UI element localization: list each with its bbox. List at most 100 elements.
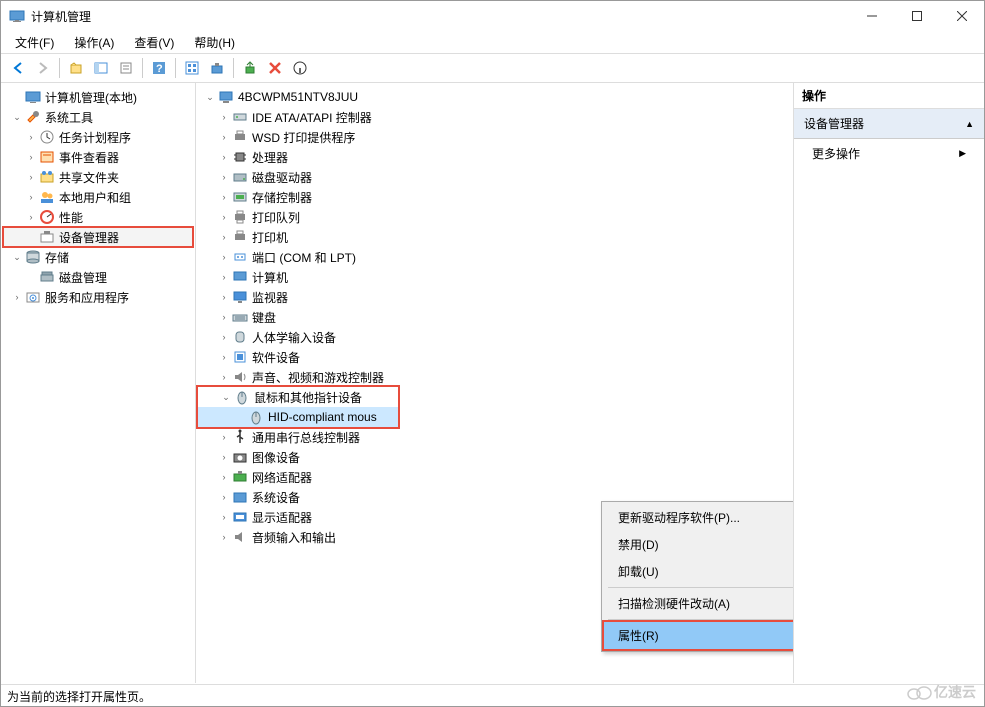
expand-icon[interactable]: ›: [218, 431, 230, 443]
device-storage-ctrl[interactable]: ›存储控制器: [196, 187, 793, 207]
device-computer[interactable]: ›计算机: [196, 267, 793, 287]
expand-icon[interactable]: ›: [218, 371, 230, 383]
menu-file[interactable]: 文件(F): [9, 32, 60, 53]
expand-icon[interactable]: ›: [25, 171, 37, 183]
expand-icon[interactable]: ›: [218, 451, 230, 463]
ctx-uninstall[interactable]: 卸载(U): [604, 558, 794, 585]
tree-performance[interactable]: ›性能: [3, 207, 193, 227]
expand-icon[interactable]: ›: [218, 171, 230, 183]
expand-icon[interactable]: ›: [218, 251, 230, 263]
expand-icon[interactable]: ›: [218, 151, 230, 163]
main-area: 计算机管理(本地) ⌄系统工具 ›任务计划程序 ›事件查看器 ›共享文件夹 ›本…: [1, 83, 984, 683]
tree-system-tools[interactable]: ⌄系统工具: [3, 107, 193, 127]
expand-icon[interactable]: ›: [218, 231, 230, 243]
keyboard-icon: [232, 309, 248, 325]
device-mgr-icon: [39, 229, 55, 245]
scan-hardware-button[interactable]: [206, 57, 228, 79]
collapse-icon[interactable]: ⌄: [204, 91, 216, 103]
up-button[interactable]: [65, 57, 87, 79]
context-menu: 更新驱动程序软件(P)... 禁用(D) 卸载(U) 扫描检测硬件改动(A) 属…: [601, 501, 794, 652]
expand-icon[interactable]: ›: [218, 511, 230, 523]
update-driver-button[interactable]: [239, 57, 261, 79]
actions-header: 操作: [794, 83, 984, 109]
menu-help[interactable]: 帮助(H): [188, 32, 241, 53]
expand-icon[interactable]: ›: [11, 291, 23, 303]
collapse-icon[interactable]: ⌄: [220, 391, 232, 403]
device-mouse-category[interactable]: ⌄鼠标和其他指针设备: [198, 387, 398, 407]
tree-device-manager[interactable]: 设备管理器: [3, 227, 193, 247]
device-port[interactable]: ›端口 (COM 和 LPT): [196, 247, 793, 267]
speaker-icon: [232, 529, 248, 545]
view-mode-button[interactable]: [181, 57, 203, 79]
expand-icon[interactable]: ›: [218, 131, 230, 143]
device-monitor[interactable]: ›监视器: [196, 287, 793, 307]
tree-disk-mgmt[interactable]: 磁盘管理: [3, 267, 193, 287]
expand-icon[interactable]: ›: [218, 351, 230, 363]
expand-icon[interactable]: ›: [25, 151, 37, 163]
device-software[interactable]: ›软件设备: [196, 347, 793, 367]
users-icon: [39, 189, 55, 205]
device-keyboard[interactable]: ›键盘: [196, 307, 793, 327]
device-print-queue[interactable]: ›打印队列: [196, 207, 793, 227]
tree-local-users[interactable]: ›本地用户和组: [3, 187, 193, 207]
device-usb[interactable]: ›通用串行总线控制器: [196, 427, 793, 447]
expand-icon[interactable]: ›: [218, 111, 230, 123]
show-hide-button[interactable]: [90, 57, 112, 79]
tree-shared-folders[interactable]: ›共享文件夹: [3, 167, 193, 187]
ctx-update-driver[interactable]: 更新驱动程序软件(P)...: [604, 504, 794, 531]
ctx-disable[interactable]: 禁用(D): [604, 531, 794, 558]
device-wsd[interactable]: ›WSD 打印提供程序: [196, 127, 793, 147]
printer-icon: [232, 129, 248, 145]
ctx-scan[interactable]: 扫描检测硬件改动(A): [604, 590, 794, 617]
tree-storage[interactable]: ⌄存储: [3, 247, 193, 267]
actions-more[interactable]: 更多操作 ▶: [794, 139, 984, 168]
properties-toolbar-button[interactable]: [115, 57, 137, 79]
device-sound[interactable]: ›声音、视频和游戏控制器: [196, 367, 793, 387]
close-button[interactable]: [939, 1, 984, 31]
pc-icon: [218, 89, 234, 105]
watermark: 亿速云: [906, 682, 976, 702]
collapse-icon[interactable]: ⌄: [11, 111, 23, 123]
expand-icon[interactable]: ›: [25, 211, 37, 223]
expand-icon[interactable]: ›: [218, 531, 230, 543]
expand-icon[interactable]: ›: [218, 291, 230, 303]
expand-icon[interactable]: ›: [218, 491, 230, 503]
device-hid[interactable]: ›人体学输入设备: [196, 327, 793, 347]
uninstall-button[interactable]: [264, 57, 286, 79]
maximize-button[interactable]: [894, 1, 939, 31]
enable-button[interactable]: [289, 57, 311, 79]
expand-icon[interactable]: ›: [25, 131, 37, 143]
device-hid-mouse[interactable]: HID-compliant mous: [198, 407, 398, 427]
expand-icon[interactable]: ›: [218, 311, 230, 323]
forward-button[interactable]: [32, 57, 54, 79]
ctx-properties[interactable]: 属性(R): [604, 622, 794, 649]
hid-icon: [232, 329, 248, 345]
expand-icon[interactable]: ›: [218, 191, 230, 203]
device-ide[interactable]: ›IDE ATA/ATAPI 控制器: [196, 107, 793, 127]
tree-task-scheduler[interactable]: ›任务计划程序: [3, 127, 193, 147]
tree-event-viewer[interactable]: ›事件查看器: [3, 147, 193, 167]
device-imaging[interactable]: ›图像设备: [196, 447, 793, 467]
expand-icon[interactable]: ›: [218, 211, 230, 223]
tree-services[interactable]: ›服务和应用程序: [3, 287, 193, 307]
menu-view[interactable]: 查看(V): [128, 32, 180, 53]
expand-icon[interactable]: ›: [218, 331, 230, 343]
device-cpu[interactable]: ›处理器: [196, 147, 793, 167]
collapse-section-icon[interactable]: ▲: [965, 119, 974, 129]
help-button[interactable]: ?: [148, 57, 170, 79]
device-network[interactable]: ›网络适配器: [196, 467, 793, 487]
menu-action[interactable]: 操作(A): [68, 32, 120, 53]
device-printer[interactable]: ›打印机: [196, 227, 793, 247]
monitor-icon: [232, 289, 248, 305]
device-root[interactable]: ⌄4BCWPM51NTV8JUU: [196, 87, 793, 107]
collapse-icon[interactable]: ⌄: [11, 251, 23, 263]
minimize-button[interactable]: [849, 1, 894, 31]
expand-icon[interactable]: ›: [218, 471, 230, 483]
expand-icon[interactable]: ›: [218, 271, 230, 283]
tree-root-local[interactable]: 计算机管理(本地): [3, 87, 193, 107]
tools-icon: [25, 109, 41, 125]
actions-section[interactable]: 设备管理器 ▲: [794, 109, 984, 139]
device-disk[interactable]: ›磁盘驱动器: [196, 167, 793, 187]
back-button[interactable]: [7, 57, 29, 79]
expand-icon[interactable]: ›: [25, 191, 37, 203]
